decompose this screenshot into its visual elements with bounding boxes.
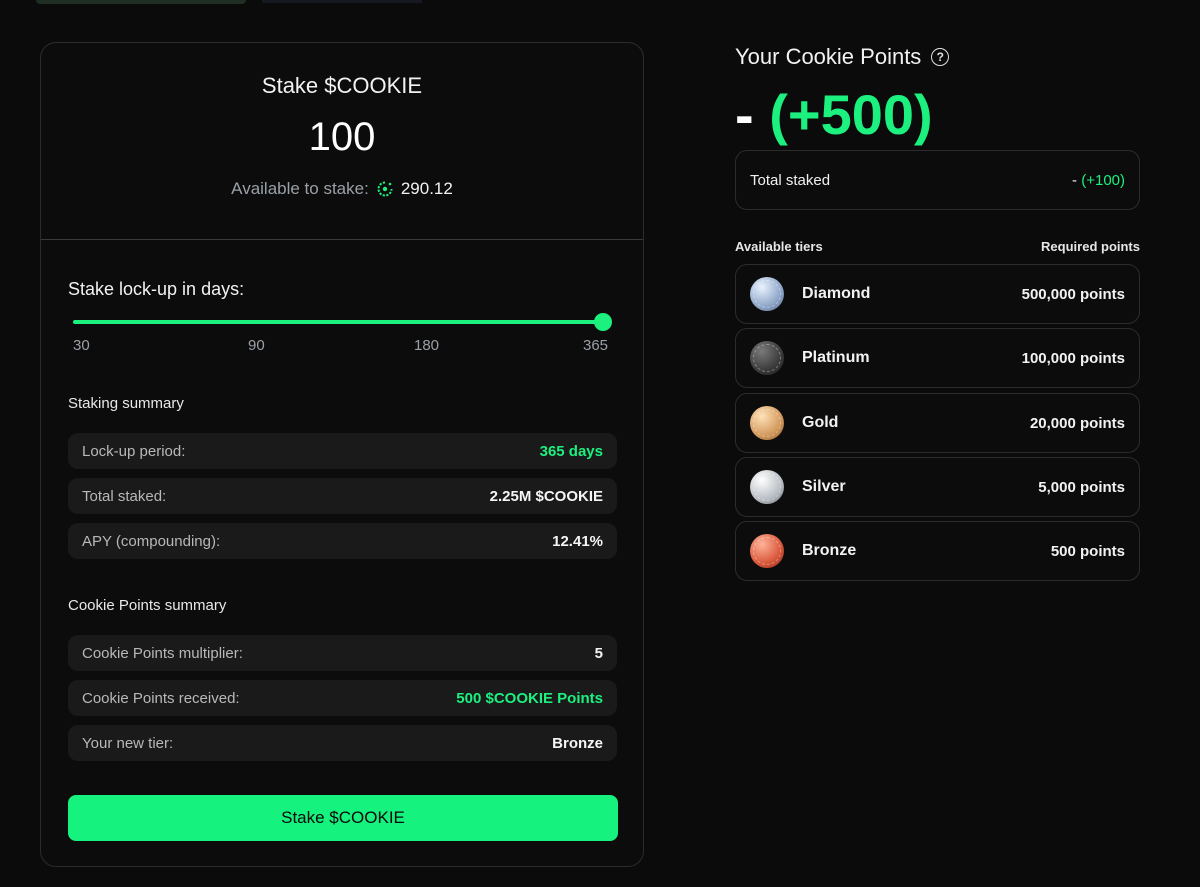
- available-value: 290.12: [400, 179, 453, 198]
- lockup-ticks: 30 90 180 365: [73, 337, 618, 357]
- tier-left: Bronze: [750, 534, 856, 568]
- total-staked-value: - (+100): [1072, 172, 1125, 189]
- tier-left: Gold: [750, 406, 838, 440]
- total-staked-box: Total staked - (+100): [735, 150, 1140, 210]
- tier-left: Platinum: [750, 341, 870, 375]
- tick-90: 90: [248, 337, 265, 354]
- tier-name: Gold: [802, 414, 839, 431]
- summary-row-total-staked: Total staked: 2.25M $COOKIE: [68, 478, 617, 514]
- cookie-points-value: - (+500): [735, 82, 933, 147]
- tier-name: Platinum: [802, 349, 870, 366]
- tier-points: 20,000 points: [1029, 414, 1125, 432]
- row-value: 500 $COOKIE Points: [456, 689, 603, 707]
- row-label: APY (compounding):: [82, 532, 221, 550]
- tier-points: 100,000 points: [1021, 349, 1125, 367]
- gold-cookie-icon: [750, 406, 784, 440]
- total-dash: -: [1072, 171, 1082, 189]
- top-strip: [36, 0, 246, 4]
- diamond-cookie-icon: [750, 277, 784, 311]
- staking-summary-title: Staking summary: [68, 395, 184, 412]
- silver-cookie-icon: [750, 470, 784, 504]
- slider-thumb[interactable]: [594, 313, 612, 331]
- tier-name: Diamond: [802, 285, 871, 302]
- slider-fill: [73, 320, 603, 324]
- bronze-cookie-icon: [750, 534, 784, 568]
- top-strip-2: [262, 0, 422, 3]
- summary-row-apy: APY (compounding): 12.41%: [68, 523, 617, 559]
- stake-button[interactable]: Stake $COOKIE: [68, 795, 618, 841]
- tiers-header-left: Available tiers: [735, 239, 823, 254]
- total-staked-label: Total staked: [750, 171, 831, 189]
- lockup-title: Stake lock-up in days:: [68, 279, 245, 299]
- tiers-header: Available tiers Required points: [735, 239, 1140, 254]
- summary-row-lockup: Lock-up period: 365 days: [68, 433, 617, 469]
- points-summary-title: Cookie Points summary: [68, 597, 227, 614]
- tiers-header-right: Required points: [1041, 239, 1140, 254]
- tick-180: 180: [414, 337, 440, 354]
- tier-name: Bronze: [802, 542, 857, 559]
- tier-row-diamond: Diamond 500,000 points: [735, 264, 1140, 324]
- row-label: Lock-up period:: [82, 442, 186, 460]
- stake-title: Stake $COOKIE: [261, 73, 423, 98]
- total-plus: (+100): [1081, 171, 1125, 189]
- row-value: 365 days: [539, 442, 603, 460]
- row-value: 12.41%: [552, 532, 603, 550]
- available-label: Available to stake:: [231, 179, 369, 198]
- platinum-cookie-icon: [750, 341, 784, 375]
- points-row-new-tier: Your new tier: Bronze: [68, 725, 617, 761]
- stake-card: Stake $COOKIE 100 Available to stake: 29…: [40, 42, 644, 867]
- help-icon[interactable]: ?: [931, 48, 950, 66]
- row-value: 5: [594, 644, 603, 662]
- cookie-points-header: Your Cookie Points ?: [735, 44, 950, 70]
- available-to-stake: Available to stake: 290.12: [41, 179, 643, 199]
- tier-row-platinum: Platinum 100,000 points: [735, 328, 1140, 388]
- tier-row-silver: Silver 5,000 points: [735, 457, 1140, 517]
- row-label: Cookie Points multiplier:: [82, 644, 243, 662]
- cookie-token-icon: [377, 181, 393, 197]
- cookie-points-title: Your Cookie Points: [735, 44, 922, 69]
- tick-365: 365: [583, 337, 609, 354]
- tier-left: Silver: [750, 470, 846, 504]
- points-row-multiplier: Cookie Points multiplier: 5: [68, 635, 617, 671]
- tick-30: 30: [73, 337, 90, 354]
- tier-row-gold: Gold 20,000 points: [735, 393, 1140, 453]
- tier-row-bronze: Bronze 500 points: [735, 521, 1140, 581]
- stake-amount-input[interactable]: 100: [41, 115, 643, 160]
- tier-left: Diamond: [750, 277, 870, 311]
- row-value: Bronze: [552, 734, 603, 752]
- points-dash: -: [735, 83, 754, 146]
- points-row-received: Cookie Points received: 500 $COOKIE Poin…: [68, 680, 617, 716]
- tier-points: 5,000 points: [1038, 478, 1125, 496]
- tier-points: 500,000 points: [1021, 285, 1125, 303]
- row-value: 2.25M $COOKIE: [489, 487, 603, 505]
- row-label: Your new tier:: [82, 734, 174, 752]
- row-label: Cookie Points received:: [82, 689, 240, 707]
- row-label: Total staked:: [82, 487, 167, 505]
- tier-name: Silver: [802, 478, 846, 495]
- lockup-slider[interactable]: [73, 313, 612, 331]
- points-plus: (+500): [769, 83, 933, 146]
- tier-points: 500 points: [1050, 542, 1125, 560]
